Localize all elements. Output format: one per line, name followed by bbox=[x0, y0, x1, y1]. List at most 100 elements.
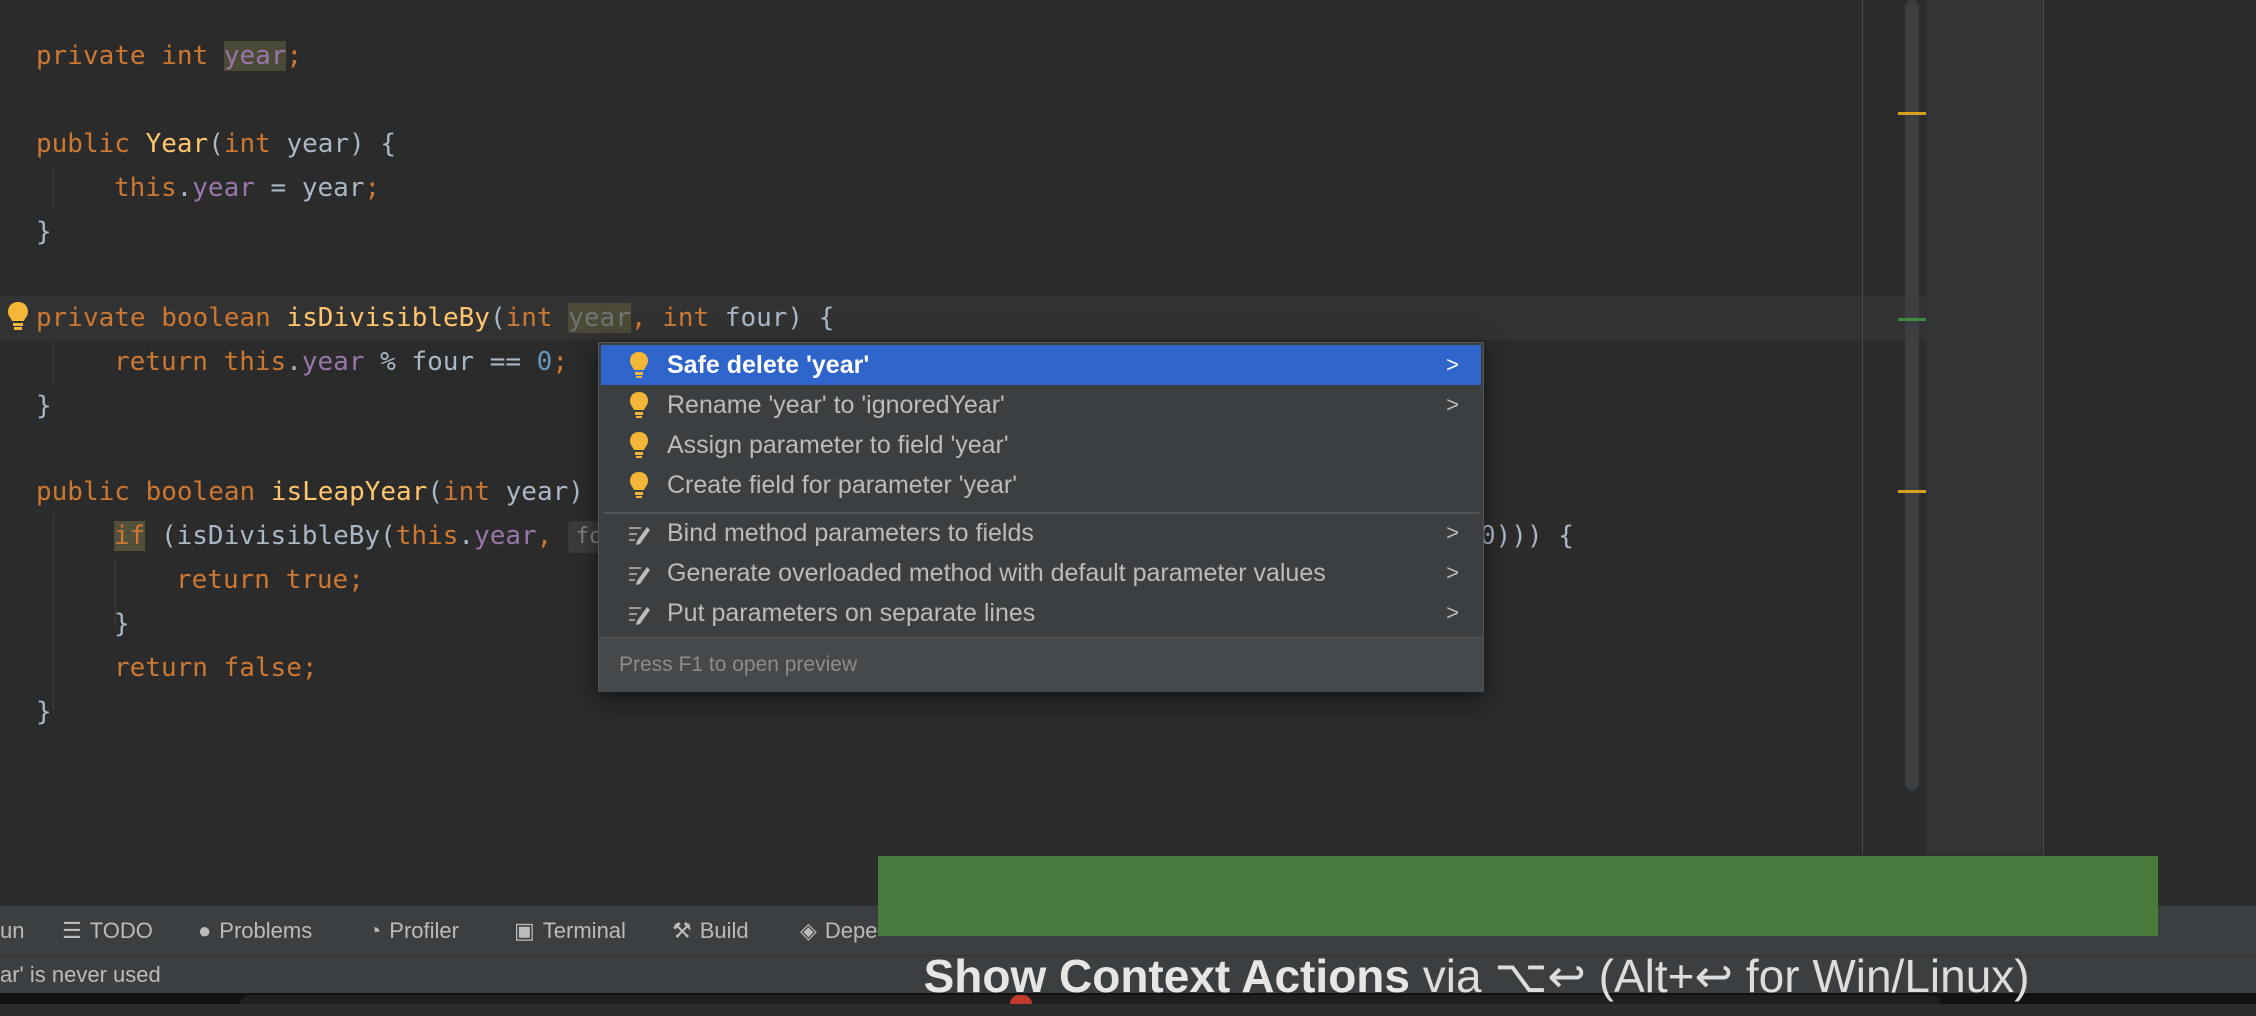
code-token: if bbox=[114, 521, 146, 551]
status-message: ar' is never used bbox=[0, 962, 161, 987]
build-tab-label: Build bbox=[699, 918, 749, 943]
list-icon: ☰ bbox=[62, 918, 82, 943]
code-token: = year bbox=[254, 173, 365, 203]
chevron-right-icon: > bbox=[1446, 392, 1459, 417]
context-action-item[interactable]: Create field for parameter 'year' bbox=[601, 465, 1481, 505]
ok-marker[interactable] bbox=[1898, 318, 1926, 321]
code-token: year bbox=[192, 173, 255, 203]
todo-tab[interactable]: ☰ TODO bbox=[62, 906, 153, 956]
layers-icon: ◈ bbox=[800, 918, 817, 943]
context-actions-popup[interactable]: Safe delete 'year' > Rename 'year' to 'ign… bbox=[598, 342, 1484, 692]
code-token: isLeapYear bbox=[270, 477, 428, 507]
context-action-item[interactable]: Safe delete 'year' > bbox=[601, 345, 1481, 385]
pencil-icon bbox=[627, 519, 651, 547]
code-token: isDivisibleBy bbox=[286, 303, 490, 333]
warning-marker[interactable] bbox=[1898, 490, 1926, 493]
code-token: } bbox=[36, 697, 52, 727]
code-token: year bbox=[301, 347, 365, 377]
code-line[interactable]: return true; bbox=[176, 558, 364, 602]
code-line[interactable]: public boolean isLeapYear(int year) bbox=[36, 470, 584, 514]
lightbulb-icon[interactable] bbox=[6, 300, 30, 332]
code-token: int bbox=[662, 303, 725, 333]
code-token: int bbox=[443, 477, 506, 507]
code-token: public bbox=[36, 129, 146, 159]
context-action-label: Create field for parameter 'year' bbox=[667, 471, 1017, 499]
indent-guide bbox=[53, 514, 54, 714]
code-token: boolean bbox=[161, 303, 287, 333]
lightbulb-icon bbox=[627, 471, 651, 499]
run-tab[interactable]: un bbox=[0, 906, 24, 956]
build-tab[interactable]: ⚒ Build bbox=[672, 906, 749, 956]
code-token: year bbox=[474, 521, 537, 551]
code-token: } bbox=[36, 391, 52, 421]
code-token: . bbox=[286, 347, 302, 377]
banner-shortcut: via ⌥↩ (Alt+↩ for Win/Linux) bbox=[1409, 950, 2030, 1002]
code-line[interactable]: this.year = year; bbox=[114, 166, 380, 210]
code-token: boolean bbox=[145, 477, 271, 507]
hammer-icon: ⚒ bbox=[672, 918, 692, 943]
code-token: % four == bbox=[364, 347, 537, 377]
info-circle-icon: ● bbox=[198, 918, 212, 943]
code-token: int bbox=[161, 41, 224, 71]
context-action-item[interactable]: Rename 'year' to 'ignoredYear' > bbox=[601, 385, 1481, 425]
context-action-item[interactable]: Generate overloaded method with default … bbox=[601, 553, 1481, 593]
lightbulb-icon bbox=[627, 391, 651, 419]
context-action-label: Assign parameter to field 'year' bbox=[667, 431, 1009, 459]
profiler-tab[interactable]: ◔ Profiler bbox=[368, 906, 459, 956]
code-token: int bbox=[505, 303, 569, 333]
code-token: return bbox=[176, 565, 286, 595]
todo-tab-label: TODO bbox=[89, 918, 153, 943]
profiler-tab-label: Profiler bbox=[389, 918, 459, 943]
code-token: , bbox=[630, 303, 663, 333]
code-line[interactable]: } bbox=[36, 690, 52, 734]
code-line[interactable]: public Year(int year) { bbox=[36, 122, 396, 166]
code-line[interactable]: } bbox=[36, 384, 52, 428]
context-action-item[interactable]: Put parameters on separate lines > bbox=[601, 593, 1481, 633]
context-action-label: Rename 'year' to 'ignoredYear' bbox=[667, 391, 1005, 419]
code-token: 0 bbox=[536, 347, 553, 377]
code-token: ; bbox=[364, 173, 381, 203]
code-token: ( bbox=[208, 129, 224, 159]
code-token: four) { bbox=[724, 303, 835, 333]
problems-tab-label: Problems bbox=[219, 918, 313, 943]
chevron-right-icon: > bbox=[1446, 520, 1459, 545]
chevron-right-icon: > bbox=[1446, 352, 1459, 377]
code-token: Year bbox=[145, 129, 209, 159]
overflow-code-tail: 0))) { bbox=[1480, 521, 1574, 551]
profiler-icon: ◔ bbox=[368, 918, 382, 943]
code-token: int bbox=[223, 129, 287, 159]
code-line[interactable]: } bbox=[114, 602, 130, 646]
context-action-item[interactable]: Bind method parameters to fields > bbox=[601, 513, 1481, 553]
preview-hint: Press F1 to open preview bbox=[619, 653, 858, 676]
code-token: false bbox=[223, 653, 302, 683]
terminal-tab[interactable]: ▣ Terminal bbox=[514, 906, 626, 956]
menu-separator bbox=[603, 512, 1479, 514]
terminal-icon: ▣ bbox=[514, 918, 535, 943]
code-token: } bbox=[114, 609, 130, 639]
code-token: ; bbox=[348, 565, 364, 595]
code-token: ; bbox=[552, 347, 568, 377]
code-line[interactable]: return false; bbox=[114, 646, 318, 690]
indent-guide bbox=[53, 340, 54, 384]
warning-marker[interactable] bbox=[1898, 112, 1926, 115]
code-line[interactable]: private int year; bbox=[36, 34, 302, 78]
code-token: public bbox=[36, 477, 146, 507]
code-token: . bbox=[458, 521, 475, 551]
code-token: ( bbox=[427, 477, 444, 507]
code-token: } bbox=[36, 217, 52, 247]
code-line[interactable]: if (isDivisibleBy(this.year, fo bbox=[114, 514, 611, 558]
code-line[interactable]: private boolean isDivisibleBy(int year, … bbox=[36, 296, 834, 340]
dependencies-tab[interactable]: ◈ Depe bbox=[800, 906, 878, 956]
code-token: , bbox=[536, 521, 568, 551]
code-token: this bbox=[114, 173, 177, 203]
chevron-right-icon: > bbox=[1446, 560, 1459, 585]
code-token: ( bbox=[489, 303, 506, 333]
chevron-right-icon: > bbox=[1446, 600, 1459, 625]
code-line[interactable]: } bbox=[36, 210, 52, 254]
code-token: (isDivisibleBy( bbox=[145, 521, 396, 551]
context-action-item[interactable]: Assign parameter to field 'year' bbox=[601, 425, 1481, 465]
code-line[interactable]: return this.year % four == 0; bbox=[114, 340, 568, 384]
editor-scrollbar[interactable] bbox=[1905, 0, 1919, 790]
menu-footer: Press F1 to open preview bbox=[599, 637, 1483, 692]
problems-tab[interactable]: ● Problems bbox=[198, 906, 312, 956]
